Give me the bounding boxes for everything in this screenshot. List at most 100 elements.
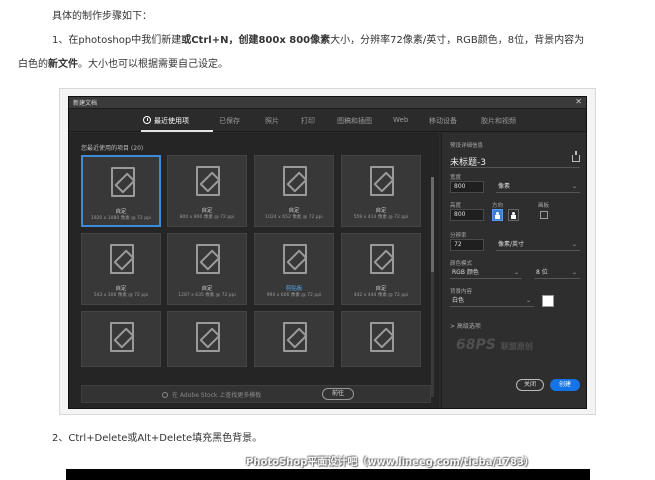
width-label: 宽度	[450, 175, 462, 181]
card-name: 自定	[201, 208, 213, 214]
stock-search-input[interactable]: 在 Adobe Stock 上查找更多模板	[162, 390, 261, 399]
recent-card[interactable]: 自定 800 x 800 像素 @ 72 ppi	[167, 155, 247, 227]
resolution-unit-select[interactable]: 像素/英寸 ⌄	[496, 239, 580, 251]
document-icon	[196, 244, 220, 274]
site-watermark: PhotoShop平面设计吧（www.lineeg.com/tieba/1783…	[246, 457, 534, 468]
document-icon	[370, 166, 394, 196]
artboard-checkbox[interactable]	[540, 211, 548, 219]
document-icon	[370, 322, 394, 352]
resolution-unit-value: 像素/英寸	[498, 241, 525, 248]
recent-card[interactable]: 自定 1287 x 635 像素 @ 72 ppi	[167, 233, 247, 305]
close-button[interactable]: 关闭	[516, 379, 544, 391]
scroll-thumb[interactable]	[431, 177, 434, 272]
search-icon	[162, 392, 168, 398]
tab-mobile[interactable]: 移动设备	[429, 116, 457, 126]
resolution-label: 分辨率	[450, 233, 467, 239]
go-button[interactable]: 前往	[322, 388, 354, 400]
create-button[interactable]: 创建	[550, 379, 580, 391]
document-icon	[196, 322, 220, 352]
artboard-label: 画板	[538, 203, 550, 209]
card-spec: 1024 x 652 像素 @ 72 ppi	[265, 215, 323, 220]
step1-line1: 1、在photoshop中我们新建或Ctrl+N，创建800x 800像素大小，…	[52, 34, 584, 48]
width-unit-select[interactable]: 像素 ⌄	[496, 181, 580, 193]
width-unit-value: 像素	[498, 183, 511, 190]
color-mode-value: RGB 颜色	[452, 269, 479, 276]
document-icon	[370, 244, 394, 274]
recent-card[interactable]: 自定 1024 x 652 像素 @ 72 ppi	[254, 155, 334, 227]
bit-depth-select[interactable]: 8 位 ⌄	[534, 267, 580, 279]
tab-web[interactable]: Web	[393, 116, 408, 124]
tab-art[interactable]: 图稿和插图	[337, 116, 372, 126]
dialog-title: 新建文档	[73, 100, 98, 107]
close-icon[interactable]: ✕	[575, 97, 582, 106]
background-value: 白色	[452, 297, 465, 304]
document-icon	[283, 244, 307, 274]
tab-photo[interactable]: 照片	[265, 116, 279, 126]
recent-panel: 您最近使用的项目 (20) 自定 1920 x 1080 像素 @ 72 ppi…	[69, 133, 439, 408]
step1-part-d: 白色的	[18, 59, 48, 70]
background-select[interactable]: 白色 ⌄	[450, 295, 534, 307]
recent-card[interactable]	[341, 311, 421, 367]
card-spec: 1920 x 1080 像素 @ 72 ppi	[90, 216, 152, 221]
recent-card[interactable]	[167, 311, 247, 367]
card-spec: 442 x 444 像素 @ 72 ppi	[353, 293, 409, 298]
preset-section-label: 预设详细信息	[450, 143, 484, 149]
new-document-dialog: 新建文档 ✕ 最近使用项 已保存 照片 打印 图稿和插图 Web 移动设备 胶片…	[68, 96, 587, 409]
preset-tabs: 最近使用项 已保存 照片 打印 图稿和插图 Web 移动设备 胶片和视频	[69, 110, 586, 132]
height-label: 高度	[450, 203, 462, 209]
name-underline	[450, 167, 580, 168]
recent-card[interactable]	[81, 311, 161, 367]
color-mode-select[interactable]: RGB 颜色 ⌄	[450, 267, 522, 279]
tab-recent[interactable]: 最近使用项	[143, 116, 189, 126]
clock-icon	[143, 116, 151, 124]
chevron-down-icon: ⌄	[571, 269, 577, 276]
width-input[interactable]: 800	[450, 181, 484, 193]
step1-part-a: 1、在photoshop中我们新建	[52, 35, 182, 46]
step1-part-b: 或Ctrl+N，创建800x 800像素	[181, 35, 331, 46]
tab-print[interactable]: 打印	[301, 116, 315, 126]
document-icon	[283, 166, 307, 196]
document-icon	[196, 166, 220, 196]
card-spec: 1287 x 635 像素 @ 72 ppi	[178, 293, 236, 298]
step1-line2: 白色的新文件。大小也可以根据需要自己设定。	[18, 58, 228, 72]
tab-recent-label: 最近使用项	[154, 117, 189, 125]
save-preset-icon[interactable]	[572, 151, 580, 162]
recent-card[interactable]: 剪贴板 994 x 606 像素 @ 72 ppi	[254, 233, 334, 305]
recent-scrollbar[interactable]	[431, 177, 434, 397]
tab-film[interactable]: 胶片和视频	[481, 116, 516, 126]
card-spec: 559 x 414 像素 @ 72 ppi	[353, 215, 409, 220]
document-icon	[283, 322, 307, 352]
orientation-label: 方向	[492, 203, 504, 209]
document-icon	[110, 322, 134, 352]
background-color-swatch[interactable]	[542, 295, 554, 307]
card-spec: 800 x 800 像素 @ 72 ppi	[179, 215, 235, 220]
bit-depth-value: 8 位	[536, 269, 548, 276]
card-spec: 994 x 606 像素 @ 72 ppi	[266, 293, 322, 298]
recent-card[interactable]: 自定 1920 x 1080 像素 @ 72 ppi	[81, 155, 161, 227]
card-name: 自定	[375, 286, 387, 292]
chevron-down-icon: ⌄	[571, 183, 577, 190]
tab-saved[interactable]: 已保存	[219, 116, 240, 126]
card-name: 自定	[115, 209, 127, 215]
chevron-down-icon: ⌄	[513, 269, 519, 276]
height-input[interactable]: 800	[450, 209, 484, 221]
background-label: 背景内容	[450, 289, 473, 295]
card-spec: 543 x 306 像素 @ 72 ppi	[93, 293, 149, 298]
recent-card[interactable]	[254, 311, 334, 367]
document-icon	[111, 167, 135, 197]
recent-card[interactable]: 自定 559 x 414 像素 @ 72 ppi	[341, 155, 421, 227]
document-icon	[110, 244, 134, 274]
site-logo: 68PS 联盟原创	[456, 337, 533, 353]
portrait-icon	[495, 212, 500, 219]
color-mode-label: 颜色模式	[450, 261, 473, 267]
card-name: 自定	[375, 208, 387, 214]
recent-card[interactable]: 自定 442 x 444 像素 @ 72 ppi	[341, 233, 421, 305]
site-logo-mark: 68PS	[456, 337, 496, 353]
step1-part-f: 。大小也可以根据需要自己设定。	[78, 59, 228, 70]
active-tab-indicator	[141, 130, 213, 132]
advanced-options-toggle[interactable]: > 高级选项	[450, 321, 481, 330]
resolution-input[interactable]: 72	[450, 239, 484, 251]
recent-card[interactable]: 自定 543 x 306 像素 @ 72 ppi	[81, 233, 161, 305]
portrait-button[interactable]	[492, 209, 503, 221]
landscape-button[interactable]	[508, 209, 519, 221]
